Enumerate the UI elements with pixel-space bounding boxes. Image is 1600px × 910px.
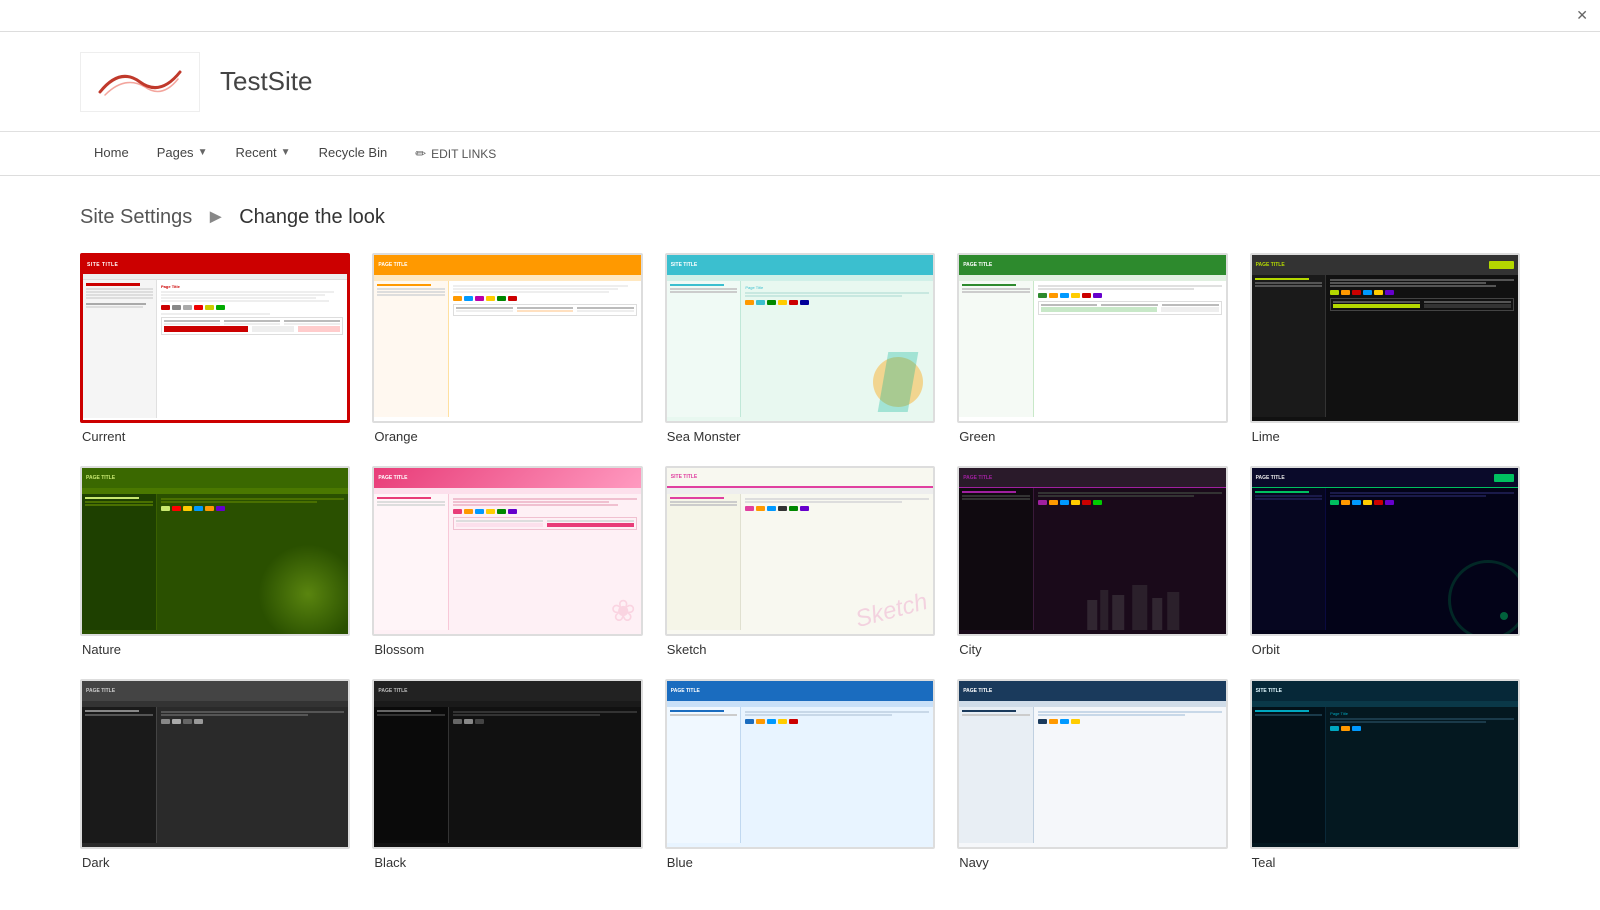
theme-label-orbit: Orbit (1250, 642, 1520, 657)
themes-grid: SITE TITLE (80, 253, 1520, 870)
theme-label-current: Current (80, 429, 350, 444)
theme-label-black: Black (372, 855, 642, 870)
nav-home[interactable]: Home (80, 132, 143, 176)
breadcrumb: Site Settings ► Change the look (80, 206, 1520, 229)
theme-label-blossom: Blossom (372, 642, 642, 657)
theme-seamonster[interactable]: SITE TITLE Page Title (665, 253, 935, 444)
navigation-bar: Home Pages ▼ Recent ▼ Recycle Bin ✏ EDIT… (0, 132, 1600, 176)
theme-orbit[interactable]: PAGE TITLE (1250, 466, 1520, 657)
recent-dropdown-icon: ▼ (281, 147, 291, 158)
nav-recycle-bin[interactable]: Recycle Bin (305, 132, 402, 176)
site-title: TestSite (220, 66, 313, 97)
nav-recent[interactable]: Recent ▼ (221, 132, 304, 176)
close-icon[interactable]: ✕ (1576, 7, 1588, 24)
theme-label-dark: Dark (80, 855, 350, 870)
pages-dropdown-icon: ▼ (198, 147, 208, 158)
theme-label-teal: Teal (1250, 855, 1520, 870)
pencil-icon: ✏ (415, 146, 426, 162)
edit-links-button[interactable]: ✏ EDIT LINKS (401, 146, 510, 162)
breadcrumb-separator: ► (206, 206, 231, 228)
theme-label-nature: Nature (80, 642, 350, 657)
theme-label-navy: Navy (957, 855, 1227, 870)
site-logo (80, 52, 200, 112)
theme-sketch[interactable]: SITE TITLE (665, 466, 935, 657)
theme-current[interactable]: SITE TITLE (80, 253, 350, 444)
theme-blossom[interactable]: PAGE TITLE (372, 466, 642, 657)
page-content: Site Settings ► Change the look SITE TIT… (0, 176, 1600, 910)
theme-label-lime: Lime (1250, 429, 1520, 444)
nav-pages[interactable]: Pages ▼ (143, 132, 222, 176)
theme-green[interactable]: PAGE TITLE (957, 253, 1227, 444)
theme-city[interactable]: PAGE TITLE (957, 466, 1227, 657)
theme-label-green: Green (957, 429, 1227, 444)
theme-orange[interactable]: PAGE TITLE (372, 253, 642, 444)
top-bar: ✕ (0, 0, 1600, 32)
site-header: TestSite (0, 32, 1600, 132)
theme-label-sketch: Sketch (665, 642, 935, 657)
theme-lime[interactable]: PAGE TITLE (1250, 253, 1520, 444)
breadcrumb-parent[interactable]: Site Settings (80, 206, 192, 228)
theme-label-blue: Blue (665, 855, 935, 870)
theme-label-city: City (957, 642, 1227, 657)
breadcrumb-current: Change the look (239, 206, 385, 228)
theme-nature[interactable]: PAGE TITLE (80, 466, 350, 657)
theme-label-orange: Orange (372, 429, 642, 444)
theme-label-seamonster: Sea Monster (665, 429, 935, 444)
